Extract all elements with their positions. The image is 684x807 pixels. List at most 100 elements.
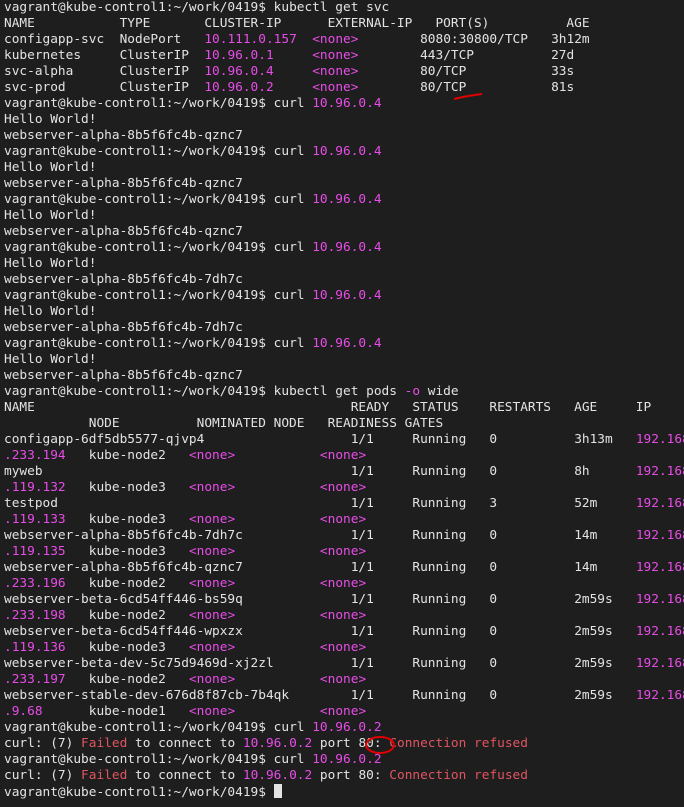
pod-readiness-gates: <none> [319,608,367,623]
pod-age: 2m59s [574,592,613,607]
pod-readiness-gates: <none> [319,704,367,719]
output-line: webserver-alpha-8b5f6fc4b-qznc7 [4,368,684,384]
command-flag: -o [404,384,421,399]
cell-pad [374,496,413,511]
pod-restarts: 0 [489,656,498,671]
pod-age: 14m [574,560,613,575]
pod-ready: 1/1 [350,496,374,511]
table-row-continued: .119.136 kube-node3 <none> <none> [4,640,684,656]
command-line: vagrant@kube-control1:~/work/0419$ curl … [4,288,684,304]
svc-ports: 80/TCP [420,64,467,79]
pod-nominated-node: <none> [188,448,236,463]
cell-pad [466,560,489,575]
command-text: wide [420,384,459,399]
error-failed: Failed [81,768,128,783]
cell-pad [66,512,89,527]
pod-readiness-gates: <none> [319,640,367,655]
pod-name: webserver-stable-dev-676d8f87cb-7b4qk [4,688,351,703]
pod-node: kube-node2 [88,672,166,687]
table-row: svc-alpha ClusterIP 10.96.0.4 <none> 80/… [4,64,684,80]
cell-pad [166,672,189,687]
output-line: Hello World! [4,256,684,272]
cell-pad [497,624,574,639]
table-header: NAME READY STATUS RESTARTS AGE IP [4,400,652,415]
pod-nominated-node: <none> [188,704,236,719]
pod-ready: 1/1 [350,528,374,543]
table-row: myweb 1/1 Running 0 8h 192.168 [4,464,684,480]
table-row: webserver-beta-6cd54ff446-wpxzx 1/1 Runn… [4,624,684,640]
command-line: vagrant@kube-control1:~/work/0419$ curl … [4,720,684,736]
cell-pad [166,448,189,463]
cell-pad [358,64,420,79]
cell-pad [43,704,89,719]
error-line: curl: (7) Failed to connect to 10.96.0.2… [4,736,684,752]
cell-pad [166,480,189,495]
pod-name: testpod [4,496,351,511]
pod-status: Running [412,528,467,543]
cell-pad [466,688,489,703]
table-header: NAME TYPE CLUSTER-IP EXTERNAL-IP PORT(S)… [4,16,590,31]
pod-ip: 192.168 [635,432,684,447]
table-row-continued: .9.68 kube-node1 <none> <none> [4,704,684,720]
curl-target-ip: 10.96.0.2 [312,720,382,735]
cell-pad [358,80,420,95]
pod-status: Running [412,656,467,671]
pod-name: webserver-alpha-8b5f6fc4b-qznc7 [4,560,351,575]
svc-type: ClusterIP [119,80,205,95]
pod-status: Running [412,560,467,575]
cell-pad [235,544,320,559]
cell-pad [374,464,413,479]
error-prefix: curl: (7) [4,736,82,751]
pod-restarts: 0 [489,624,498,639]
pod-ready: 1/1 [350,688,374,703]
cell-pad [497,656,574,671]
pod-readiness-gates: <none> [319,448,367,463]
cell-pad [466,432,489,447]
error-text: : [373,736,390,751]
table-row: webserver-alpha-8b5f6fc4b-qznc7 1/1 Runn… [4,560,684,576]
command-text: curl [273,192,313,207]
cell-pad [466,80,551,95]
command-line: vagrant@kube-control1:~/work/0419$ curl … [4,192,684,208]
svc-age: 27d [551,48,575,63]
pod-nominated-node: <none> [188,640,236,655]
table-row: webserver-alpha-8b5f6fc4b-7dh7c 1/1 Runn… [4,528,684,544]
svc-name: configapp-svc [4,32,120,47]
pod-age: 14m [574,528,613,543]
responding-pod-name: webserver-alpha-8b5f6fc4b-qznc7 [4,128,243,143]
pod-ip: .233.198 [4,608,66,623]
error-refused: Connection refused [389,736,528,751]
cell-pad [66,448,89,463]
cell-pad [466,496,489,511]
pod-age: 8h [574,464,613,479]
error-refused: Connection refused [389,768,528,783]
table-row: webserver-beta-dev-5c75d9469d-xj2zl 1/1 … [4,656,684,672]
pod-ip: 192.168 [635,592,684,607]
shell-prompt: vagrant@kube-control1:~/work/0419$ [4,288,274,303]
pod-status: Running [412,496,467,511]
svc-age: 81s [551,80,575,95]
pod-restarts: 0 [489,528,498,543]
cell-pad [235,640,320,655]
output-line: webserver-alpha-8b5f6fc4b-7dh7c [4,320,684,336]
pod-nominated-node: <none> [188,672,236,687]
error-text: to connect to [127,768,243,783]
pod-restarts: 0 [489,688,498,703]
pod-name: configapp-6df5db5577-qjvp4 [4,432,351,447]
svc-header: NAME TYPE CLUSTER-IP EXTERNAL-IP PORT(S)… [4,16,684,32]
pod-ip: .233.196 [4,576,66,591]
cell-pad [235,480,320,495]
terminal-window[interactable]: vagrant@kube-control1:~/work/0419$ kubec… [0,0,684,807]
svc-name: svc-alpha [4,64,120,79]
cell-pad [466,624,489,639]
pod-ready: 1/1 [350,464,374,479]
command-text: kubectl get pods [273,384,405,399]
output-line: webserver-alpha-8b5f6fc4b-qznc7 [4,128,684,144]
output-line: webserver-alpha-8b5f6fc4b-7dh7c [4,272,684,288]
shell-prompt: vagrant@kube-control1:~/work/0419$ [4,192,274,207]
pod-ready: 1/1 [350,592,374,607]
cell-pad [374,592,413,607]
cell-pad [466,64,551,79]
output-line: Hello World! [4,352,684,368]
pod-node: kube-node3 [88,512,166,527]
